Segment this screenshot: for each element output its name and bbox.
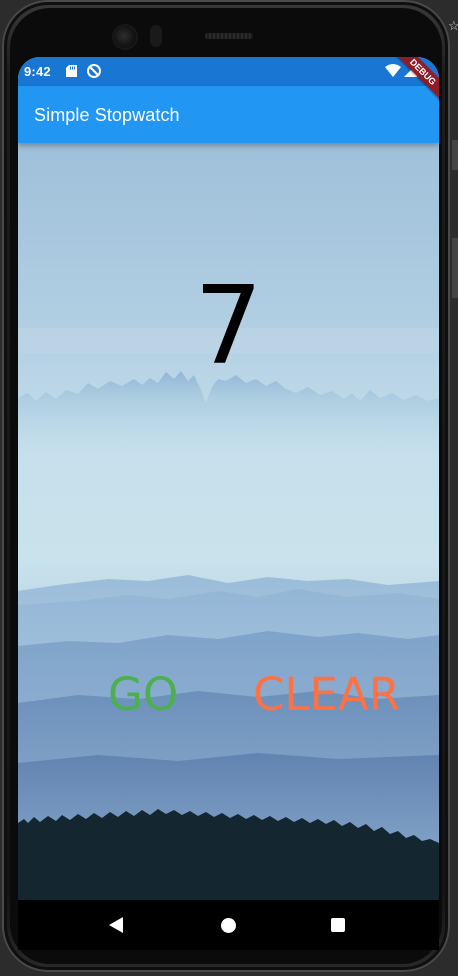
front-camera-icon — [114, 26, 136, 48]
device-screen: 9:42 DEBUG Simple Stopwatch 7 GO CLEAR — [18, 57, 439, 900]
back-icon[interactable] — [109, 917, 123, 933]
proximity-sensor — [150, 25, 162, 47]
earpiece-speaker — [205, 33, 253, 39]
do-not-disturb-icon — [87, 64, 101, 81]
home-icon[interactable] — [221, 918, 236, 933]
navigation-bar — [18, 900, 439, 950]
status-bar: 9:42 DEBUG — [18, 57, 439, 109]
stopwatch-counter: 7 — [194, 264, 263, 389]
edge-tool-marker — [452, 140, 458, 170]
mountain-background-image — [18, 143, 439, 900]
go-button[interactable]: GO — [108, 667, 178, 723]
edge-tool-marker — [452, 238, 458, 298]
app-bar: Simple Stopwatch — [18, 86, 439, 143]
status-time: 9:42 — [24, 64, 51, 79]
recents-icon[interactable] — [331, 918, 345, 932]
star-icon[interactable]: ☆ — [448, 18, 458, 34]
wifi-icon — [385, 64, 401, 80]
sd-card-icon — [66, 65, 77, 80]
app-title: Simple Stopwatch — [34, 105, 180, 125]
emulator-stage: ☆ 9:42 DEBUG Simple Stopwatch 7 GO CLEAR — [0, 0, 458, 976]
clear-button[interactable]: CLEAR — [253, 667, 400, 723]
